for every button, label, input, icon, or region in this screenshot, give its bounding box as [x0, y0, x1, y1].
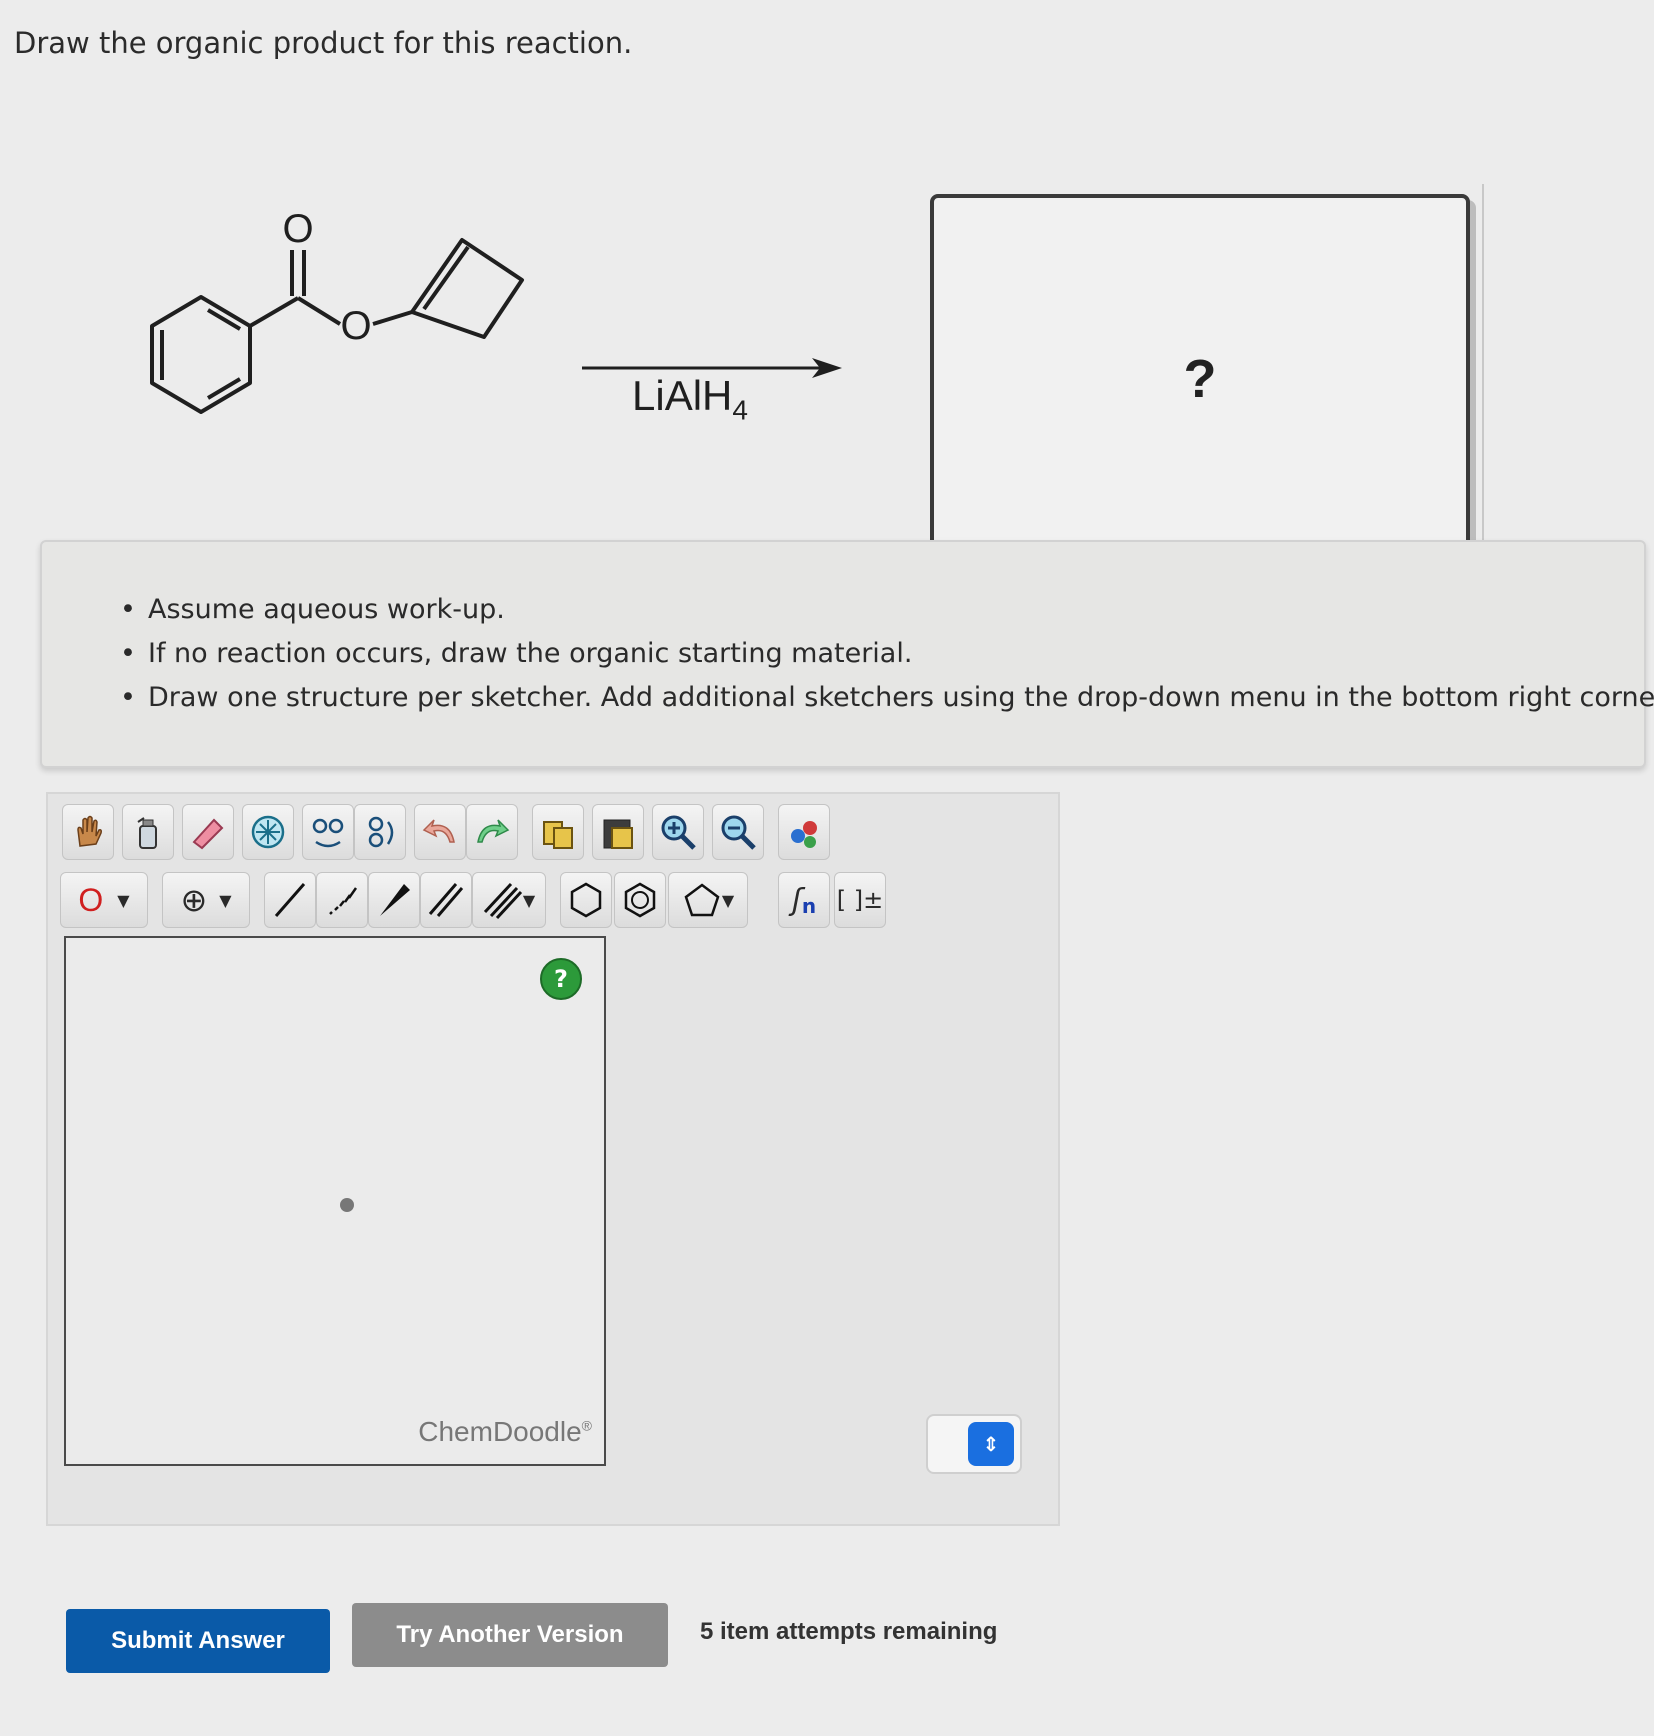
charge-plus-icon: ⊕	[180, 881, 208, 919]
eraser-icon[interactable]	[182, 804, 234, 860]
chemdoodle-watermark: ChemDoodle®	[418, 1416, 592, 1448]
chevron-down-icon: ▼	[522, 890, 536, 910]
repeat-unit-label: n	[801, 894, 817, 918]
stepper-icon: ⇕	[968, 1422, 1014, 1466]
repeat-unit-button[interactable]: ʃn	[778, 872, 830, 928]
charge-selector[interactable]: ⊕ ▼	[162, 872, 250, 928]
product-placeholder: ?	[1183, 349, 1217, 409]
benzene-icon[interactable]	[614, 872, 666, 928]
chevron-down-icon: ▼	[219, 890, 232, 910]
submit-answer-button[interactable]: Submit Answer	[66, 1609, 330, 1673]
canvas-dot	[340, 1198, 354, 1212]
chevron-down-icon: ▼	[721, 890, 735, 910]
element-label: O	[78, 881, 104, 918]
registered-mark: ®	[581, 1417, 592, 1434]
instructions-list: Assume aqueous work-up. If no reaction o…	[120, 594, 1654, 726]
center-icon[interactable]	[242, 804, 294, 860]
rotate-icon[interactable]	[354, 804, 406, 860]
instructions-panel: Assume aqueous work-up. If no reaction o…	[40, 540, 1654, 768]
element-selector[interactable]: O ▼	[60, 872, 148, 928]
watermark-text: ChemDoodle	[418, 1416, 582, 1447]
reaction-arrow	[582, 358, 842, 378]
drawing-canvas[interactable]: ? ChemDoodle®	[64, 936, 606, 1466]
undo-icon[interactable]	[414, 804, 466, 860]
chemdoodle-sketcher: O ▼ ⊕ ▼ ▼ ▼ ʃn [ ]± ? ChemDoodle® ⇕	[46, 792, 1060, 1526]
hash-bond-icon[interactable]	[316, 872, 368, 928]
instruction-item: Draw one structure per sketcher. Add add…	[120, 682, 1654, 726]
cyclopentane-selector[interactable]: ▼	[668, 872, 748, 928]
attempts-remaining: 5 item attempts remaining	[700, 1618, 998, 1645]
question-prompt: Draw the organic product for this reacti…	[14, 26, 633, 60]
instruction-item: Assume aqueous work-up.	[120, 594, 1654, 638]
hand-icon[interactable]	[62, 804, 114, 860]
single-bond-icon[interactable]	[264, 872, 316, 928]
product-box: ?	[930, 194, 1470, 580]
cyclopentane-icon	[684, 883, 720, 917]
divider	[1482, 184, 1484, 589]
double-bond-icon[interactable]	[420, 872, 472, 928]
zoom-out-icon[interactable]	[712, 804, 764, 860]
repeat-unit-icon: ʃ	[791, 882, 802, 918]
triple-bond-icon	[483, 882, 522, 920]
clear-icon[interactable]	[122, 804, 174, 860]
reagent-subscript: 4	[732, 394, 748, 426]
add-sketcher-dropdown[interactable]: ⇕	[926, 1414, 1022, 1474]
reactant-structure: O O	[150, 207, 524, 414]
instruction-item: If no reaction occurs, draw the organic …	[120, 638, 1654, 682]
ester-oxygen-label: O	[340, 304, 371, 348]
atom-color-icon[interactable]	[778, 804, 830, 860]
redo-icon[interactable]	[466, 804, 518, 860]
wedge-bond-icon[interactable]	[368, 872, 420, 928]
cyclohexane-icon[interactable]	[560, 872, 612, 928]
flip-icon[interactable]	[302, 804, 354, 860]
triple-bond-selector[interactable]: ▼	[472, 872, 546, 928]
help-icon[interactable]: ?	[540, 958, 582, 1000]
paste-icon[interactable]	[592, 804, 644, 860]
zoom-in-icon[interactable]	[652, 804, 704, 860]
copy-icon[interactable]	[532, 804, 584, 860]
reaction-scheme: O O LiAlH4 ?	[0, 90, 1654, 589]
carbonyl-oxygen-label: O	[282, 207, 313, 251]
bracket-charge-button[interactable]: [ ]±	[834, 872, 886, 928]
bracket-charge-label: [ ]±	[836, 886, 884, 914]
try-another-version-button[interactable]: Try Another Version	[352, 1603, 668, 1667]
chevron-down-icon: ▼	[117, 890, 130, 910]
